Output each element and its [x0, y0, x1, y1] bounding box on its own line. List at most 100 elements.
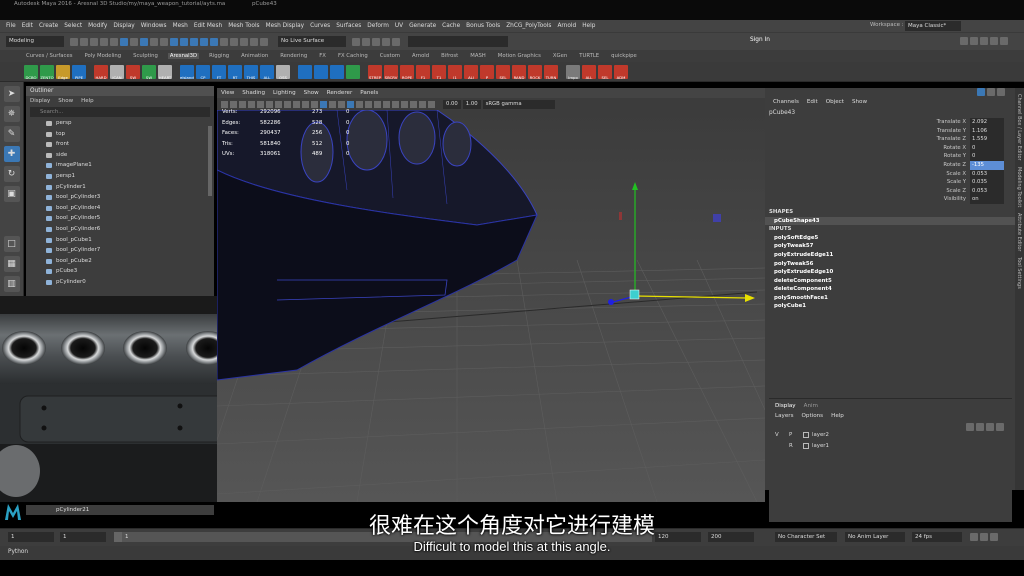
snap-view-icon[interactable]: [200, 37, 208, 46]
outliner-search-input[interactable]: Search...: [30, 107, 210, 117]
attribute-toggle-icon[interactable]: [987, 88, 995, 96]
channel-label[interactable]: Translate Z: [765, 135, 970, 144]
shelf-tab-motion-graphics[interactable]: Motion Graphics: [496, 53, 543, 59]
select-component-icon[interactable]: [140, 37, 148, 46]
layer-menu-layers[interactable]: Layers: [775, 411, 794, 421]
shelf-tool-icon[interactable]: T1: [432, 64, 446, 80]
scale-tool-icon[interactable]: ▣: [3, 186, 20, 202]
shelf-tool-icon[interactable]: SW: [142, 64, 156, 80]
channel-value-field[interactable]: 0: [970, 152, 1004, 161]
move-tool-icon[interactable]: ✚: [3, 146, 20, 162]
shelf-tool-icon[interactable]: ZENTO: [40, 64, 54, 80]
channel-value-field[interactable]: -135: [970, 160, 1004, 170]
select-hierarchy-icon[interactable]: [120, 37, 128, 46]
viewport-3d[interactable]: [217, 110, 765, 502]
input-node[interactable]: deleteComponent4: [765, 285, 1015, 294]
side-tab-channel-box-layer-editor[interactable]: Channel Box / Layer Editor: [1016, 94, 1022, 161]
outliner-item[interactable]: pCylinder0: [26, 277, 214, 288]
shelf-tool-icon[interactable]: ROPE: [400, 64, 414, 80]
sign-in-button[interactable]: Sign In: [750, 37, 770, 43]
channel-label[interactable]: Rotate Y: [765, 152, 970, 161]
single-view-icon[interactable]: □: [3, 236, 20, 252]
shelf-tool-icon[interactable]: ALL: [260, 64, 274, 80]
layer-color-icon[interactable]: [803, 442, 809, 449]
shelf-tool-icon[interactable]: SEL: [598, 64, 612, 80]
channel-value-field[interactable]: 0.053: [970, 186, 1004, 196]
channel-label[interactable]: Scale X: [765, 170, 970, 179]
channel-label[interactable]: Translate X: [765, 118, 970, 127]
channel-label[interactable]: Scale Y: [765, 178, 970, 187]
shelf-tool-icon[interactable]: FT: [212, 64, 226, 80]
shelf-tool-icon[interactable]: I1: [448, 64, 462, 80]
outliner-item[interactable]: bool_pCube1: [26, 235, 214, 246]
shelf-tool-icon[interactable]: Edge: [56, 64, 70, 80]
menu-uv[interactable]: UV: [395, 23, 403, 29]
menu-cache[interactable]: Cache: [442, 23, 460, 29]
shelf-tab-aresnal3d[interactable]: Aresnal3D: [167, 53, 200, 59]
shelf-tool-icon[interactable]: HEART: [158, 64, 172, 80]
layer-name[interactable]: layer2: [812, 432, 829, 438]
outliner-item[interactable]: persp: [26, 118, 214, 129]
snap-grid-icon[interactable]: [170, 37, 178, 46]
ao-icon[interactable]: [383, 100, 390, 108]
side-tab-tool-settings[interactable]: Tool Settings: [1016, 257, 1022, 289]
channel-row[interactable]: Visibility on: [765, 195, 1015, 204]
channel-label[interactable]: Scale Z: [765, 187, 970, 196]
camera-icon[interactable]: [362, 37, 370, 46]
shelf-tool-icon[interactable]: SEL: [496, 64, 510, 80]
shelf-tool-icon[interactable]: eIslands: [180, 64, 194, 80]
aa-icon[interactable]: [392, 100, 399, 108]
channel-row[interactable]: Translate X 2.092: [765, 118, 1015, 127]
color-space-dropdown[interactable]: sRGB gamma: [482, 99, 555, 109]
layer-menu-help[interactable]: Help: [831, 411, 844, 421]
xray-components-icon[interactable]: [428, 100, 435, 108]
rotate-tool-icon[interactable]: ↻: [3, 166, 20, 182]
shelf-tool-icon[interactable]: ALL: [582, 64, 596, 80]
command-field[interactable]: [408, 36, 508, 47]
shelf-tool-icon[interactable]: SBCRV: [384, 64, 398, 80]
live-surface-field[interactable]: No Live Surface: [278, 36, 346, 47]
shelf-tool-icon[interactable]: CP: [196, 64, 210, 80]
shelf-tab-curves-surfaces[interactable]: Curves / Surfaces: [24, 53, 74, 59]
persp-outliner-icon[interactable]: ▥: [3, 276, 20, 292]
move-layer-up-icon[interactable]: [966, 423, 974, 431]
channelbox-menu-show[interactable]: Show: [852, 96, 867, 108]
shelf-tool-icon[interactable]: TURN: [544, 64, 558, 80]
menu-deform[interactable]: Deform: [367, 23, 389, 29]
menu-surfaces[interactable]: Surfaces: [336, 23, 361, 29]
move-layer-down-icon[interactable]: [976, 423, 984, 431]
menu-generate[interactable]: Generate: [409, 23, 436, 29]
gamma-field[interactable]: 1.00: [462, 99, 481, 109]
shelf-tab-arnold[interactable]: Arnold: [410, 53, 431, 59]
shelf-tool-icon[interactable]: HARD: [94, 64, 108, 80]
snap-surface-icon[interactable]: [210, 37, 218, 46]
shelf-tab-mash[interactable]: MASH: [468, 53, 488, 59]
undo-icon[interactable]: [100, 37, 108, 46]
menu-display[interactable]: Display: [113, 23, 134, 29]
select-mask-icon[interactable]: [160, 37, 168, 46]
toggle-toolsettings-icon[interactable]: [1000, 37, 1008, 45]
channel-value-field[interactable]: 0.035: [970, 178, 1004, 187]
render-icon[interactable]: [230, 37, 238, 46]
outliner-item[interactable]: top: [26, 129, 214, 140]
symmetry-icon[interactable]: [352, 37, 360, 46]
outliner-item[interactable]: bool_pCylinder7: [26, 245, 214, 256]
menu-set-dropdown[interactable]: Modeling: [6, 36, 64, 47]
shelf-tool-icon[interactable]: ROCK: [528, 64, 542, 80]
material-icon[interactable]: [382, 37, 390, 46]
layer-row[interactable]: Rlayer1: [769, 440, 1012, 451]
menu-create[interactable]: Create: [39, 23, 58, 29]
hypershade-icon[interactable]: [260, 37, 268, 46]
channelbox-toggle-icon[interactable]: [977, 88, 985, 96]
layer-tab-display[interactable]: Display: [775, 401, 796, 411]
channel-row[interactable]: Translate Z 1.559: [765, 135, 1015, 144]
shelf-tool-icon[interactable]: F1: [416, 64, 430, 80]
outliner-item[interactable]: bool_pCylinder4: [26, 203, 214, 214]
new-layer-selected-icon[interactable]: [996, 423, 1004, 431]
shelf-tool-icon[interactable]: ADM: [614, 64, 628, 80]
new-scene-icon[interactable]: [70, 37, 78, 46]
input-node[interactable]: polySoftEdge5: [765, 234, 1015, 243]
channel-row[interactable]: Scale Z 0.053: [765, 186, 1015, 196]
lasso-tool-icon[interactable]: ✵: [3, 106, 20, 122]
shelf-tool-icon[interactable]: [298, 64, 312, 79]
